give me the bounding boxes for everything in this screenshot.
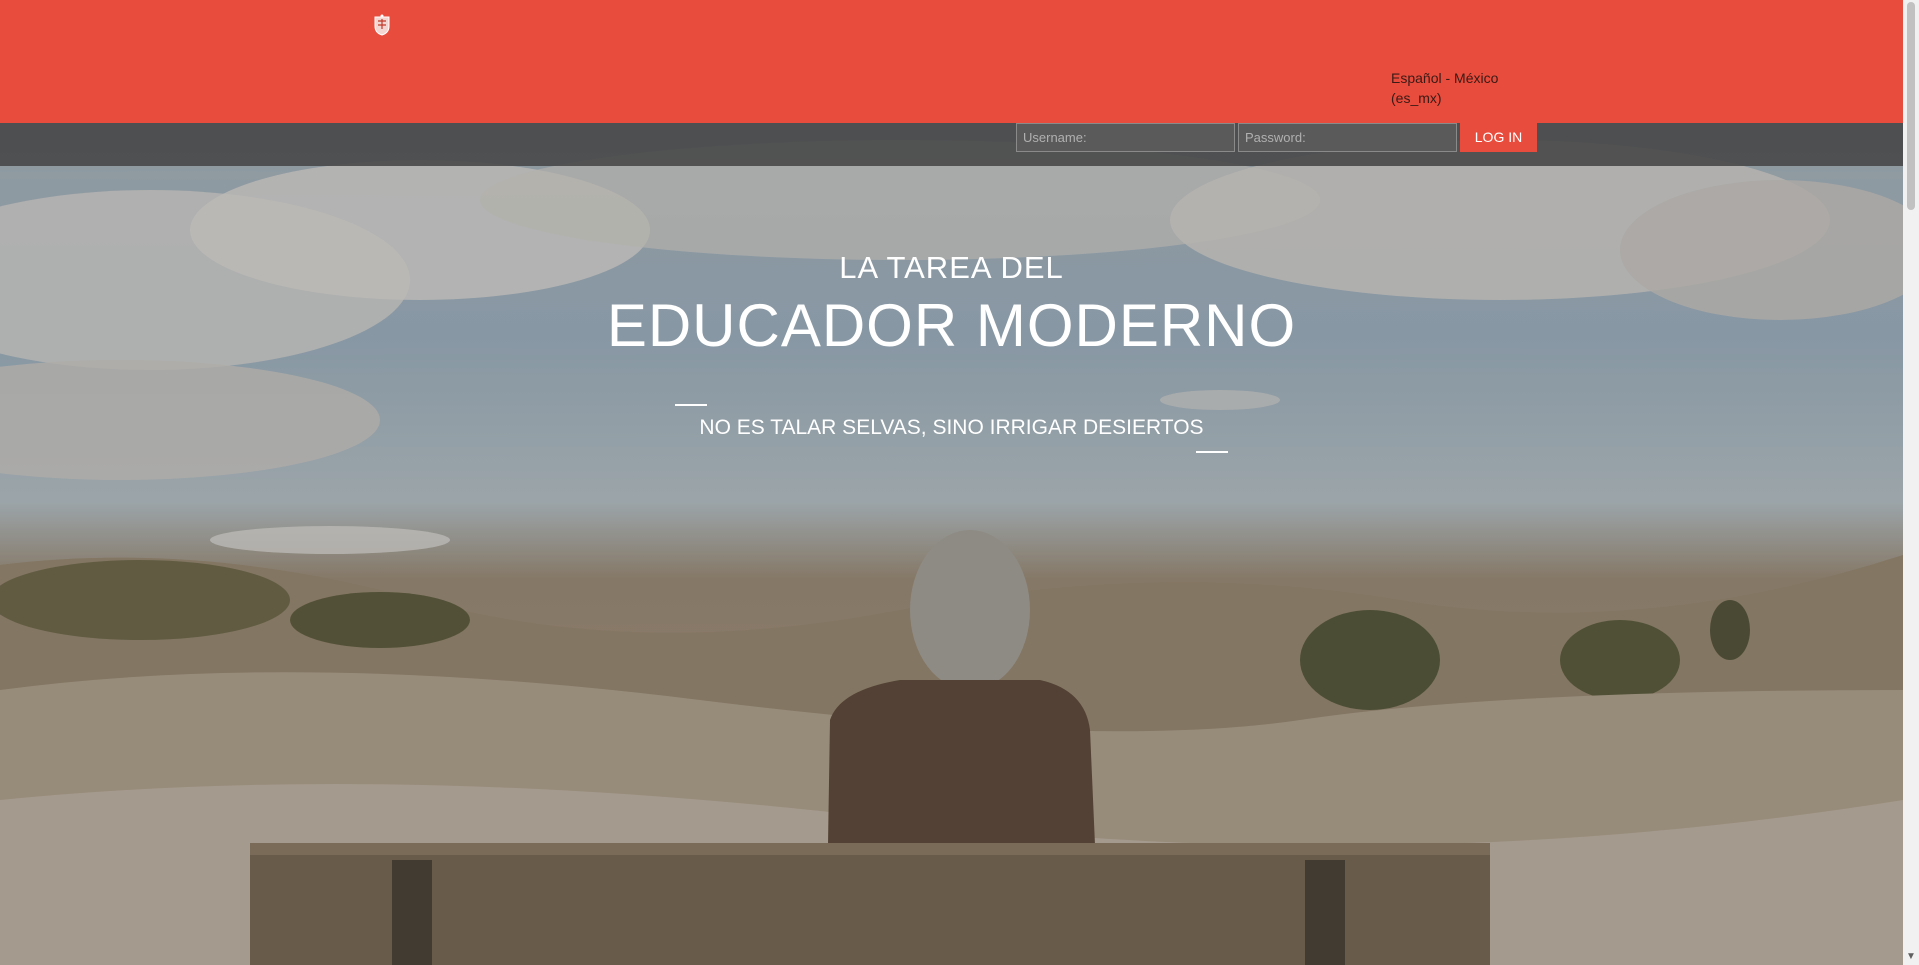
decorative-rule-left [675,404,707,406]
login-strip [0,123,1903,166]
language-selector[interactable]: Español - México (es_mx) [1391,68,1521,108]
username-input[interactable] [1016,123,1235,152]
crest-logo-icon[interactable] [373,14,391,36]
page-scrollbar[interactable]: ▼ [1903,0,1919,965]
decorative-rule-right [1196,451,1228,453]
login-button[interactable]: LOG IN [1460,121,1537,152]
top-header: Español - México (es_mx) [0,0,1903,123]
scrollbar-thumb[interactable] [1907,2,1915,210]
hero-subtitle: NO ES TALAR SELVAS, SINO IRRIGAR DESIERT… [699,416,1204,439]
password-input[interactable] [1238,123,1457,152]
hero-line-1: LA TAREA DEL [839,250,1064,285]
page: Español - México (es_mx) LOG IN LA TAREA… [0,0,1919,965]
scroll-down-arrow-icon[interactable]: ▼ [1906,951,1916,962]
hero-title: EDUCADOR MODERNO [606,292,1297,359]
